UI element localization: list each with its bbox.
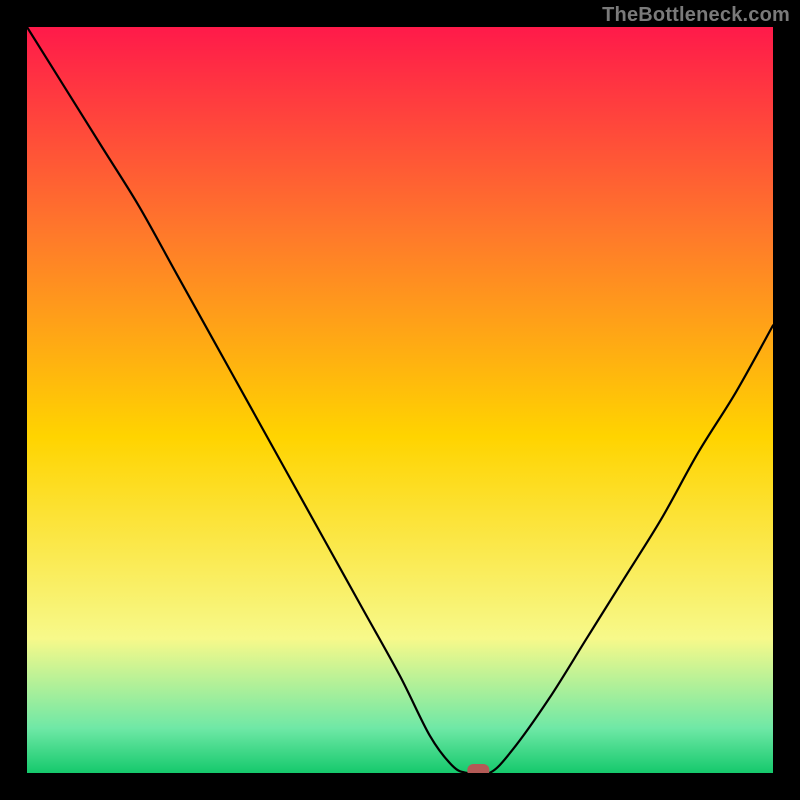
gradient-background — [27, 27, 773, 773]
chart-frame: TheBottleneck.com — [0, 0, 800, 800]
chart-svg — [27, 27, 773, 773]
attribution-label: TheBottleneck.com — [602, 4, 790, 27]
plot-area — [27, 27, 773, 773]
minimum-marker — [467, 764, 489, 773]
